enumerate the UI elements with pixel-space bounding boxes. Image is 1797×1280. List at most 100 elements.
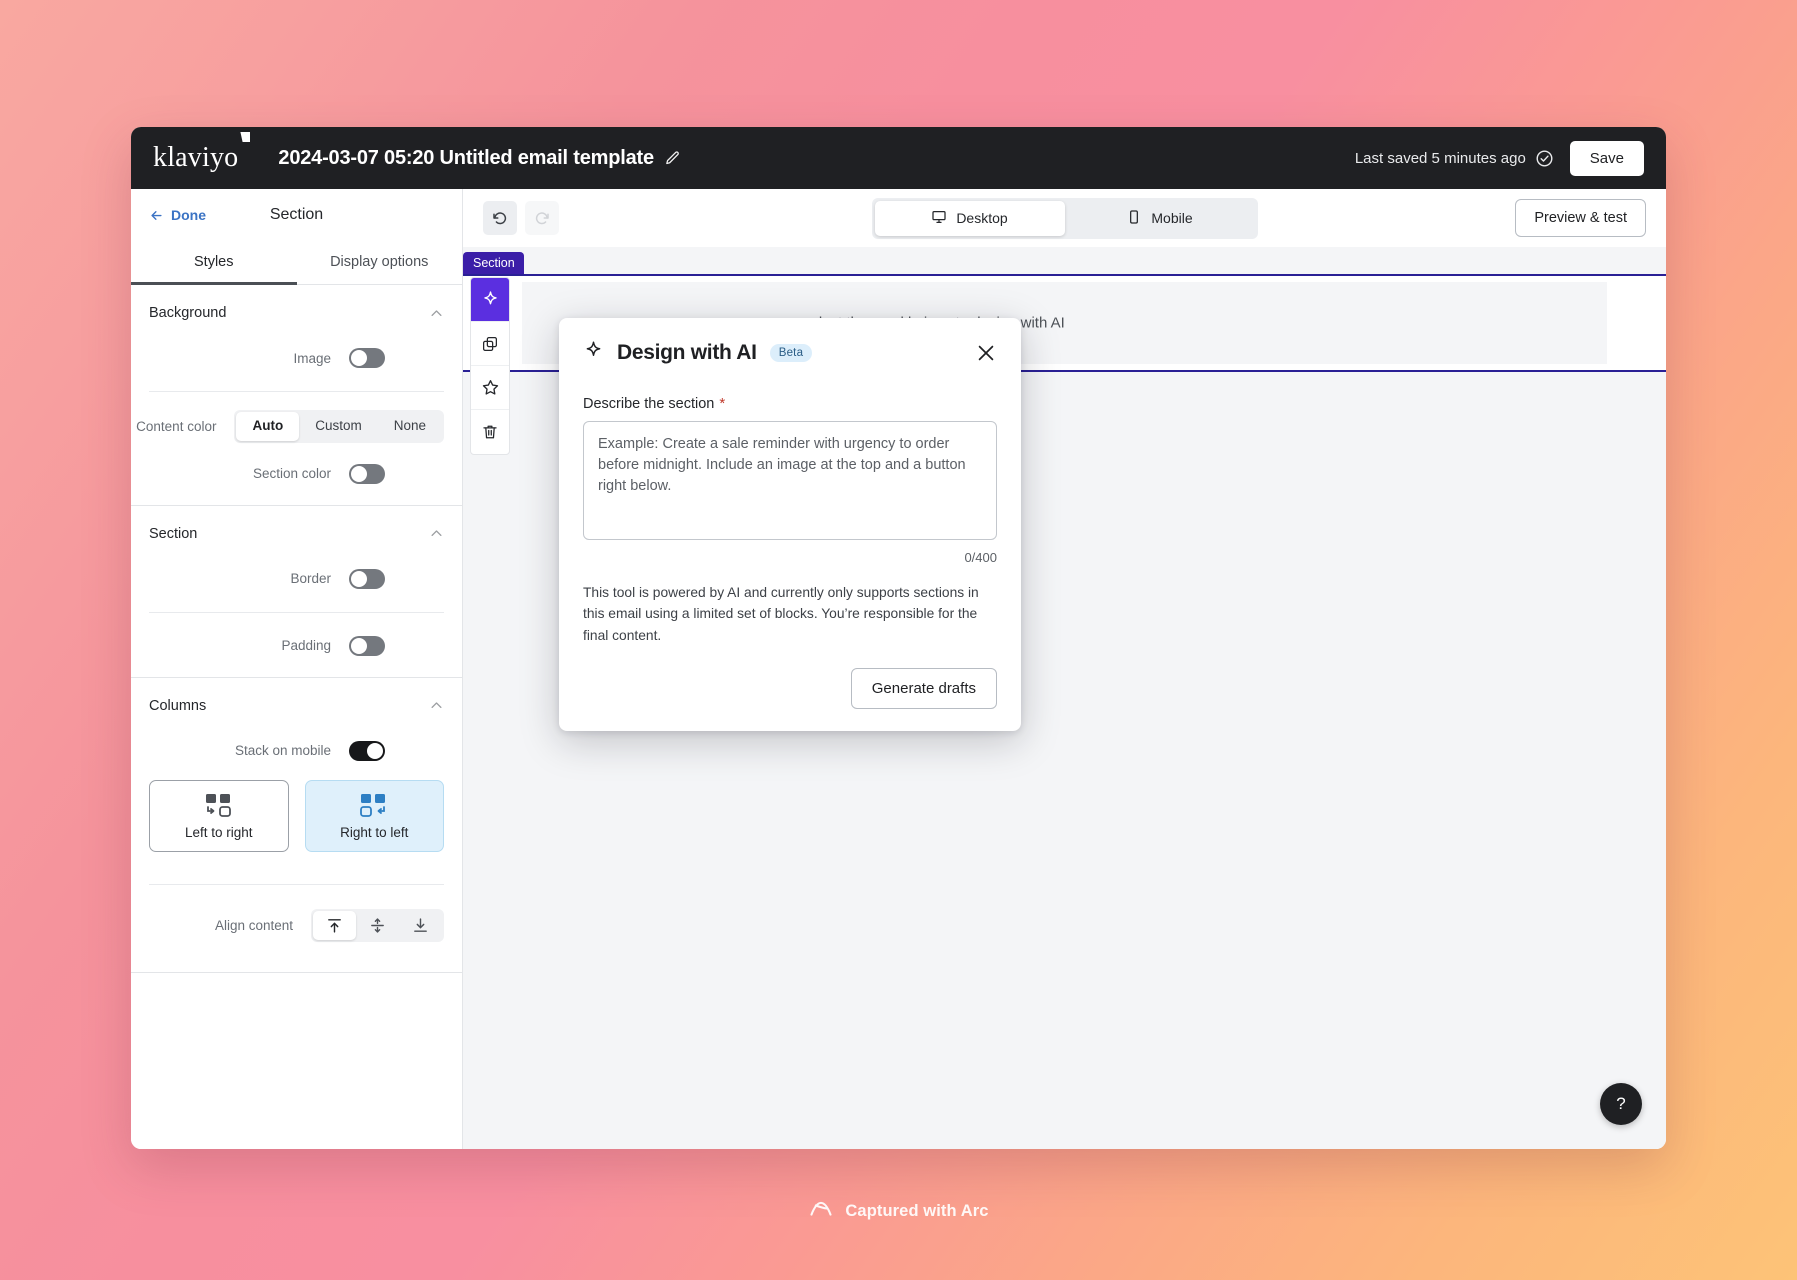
page-title: 2024-03-07 05:20 Untitled email template [278,146,654,169]
modal-header: Design with AI Beta [583,340,997,366]
toggle-background-image[interactable] [349,348,385,368]
row-section-color: Section color [131,451,462,497]
logo-text: klaviyo [153,142,239,173]
card-right-to-left[interactable]: Right to left [304,779,444,852]
row-background-image: Image [131,335,462,381]
column-order-cards: Left to right Right to left [131,774,462,856]
option-content-color-auto[interactable]: Auto [236,412,300,441]
card-left-to-right[interactable]: Left to right [149,779,289,852]
row-padding: Padding [131,623,462,669]
sidebar-tabs: Styles Display options [131,241,462,285]
star-icon[interactable] [471,366,509,410]
align-top-icon[interactable] [313,910,356,940]
toggle-section-color[interactable] [349,463,385,484]
device-option-desktop[interactable]: Desktop [874,200,1065,236]
group-header-section[interactable]: Section [131,506,462,556]
beta-badge: Beta [769,344,813,362]
document-title-group: 2024-03-07 05:20 Untitled email template [278,147,681,170]
label-stack-on-mobile: Stack on mobile [234,743,331,759]
sidebar-header: Done Section [131,189,462,241]
tab-display-options[interactable]: Display options [297,241,463,285]
option-content-color-custom[interactable]: Custom [299,412,378,441]
save-button[interactable]: Save [1569,140,1644,176]
mobile-icon [1126,209,1142,228]
top-bar-right: Last saved 5 minutes ago Save [1355,140,1644,176]
arc-watermark: Captured with Arc [0,1198,1797,1224]
klaviyo-logo[interactable]: klaviyo [153,132,251,173]
segmented-content-color: Auto Custom None [234,410,444,443]
field-label-text: Describe the section [583,396,715,412]
generate-drafts-button[interactable]: Generate drafts [850,668,997,710]
divider [149,391,444,392]
last-saved-status: Last saved 5 minutes ago [1355,149,1554,168]
done-label: Done [171,207,206,223]
help-button[interactable]: ? [1600,1083,1642,1125]
desktop-icon [931,209,947,228]
canvas-toolbar: Desktop Mobile Preview & test [463,189,1666,247]
group-title-background: Background [149,305,227,321]
redo-icon [525,201,559,235]
card-right-to-left-label: Right to left [340,824,409,840]
last-saved-text: Last saved 5 minutes ago [1354,149,1526,167]
toggle-border[interactable] [349,568,385,589]
label-align-content: Align content [214,917,293,933]
label-border: Border [290,571,331,587]
sparkle-icon [583,340,604,366]
arrow-left-icon [149,208,164,223]
device-preview-switch: Desktop Mobile [871,197,1258,239]
undo-icon[interactable] [483,201,517,235]
logo-mark-icon [240,132,251,142]
label-section-color: Section color [252,466,331,482]
arc-logo-icon [808,1198,834,1224]
chevron-up-icon[interactable] [429,306,444,321]
label-padding: Padding [281,638,331,654]
modal-title: Design with AI [617,341,757,364]
tab-styles[interactable]: Styles [131,241,297,285]
styles-sidebar: Done Section Styles Display options Back… [131,189,463,1149]
describe-section-input[interactable] [583,421,997,540]
option-content-color-none[interactable]: None [378,412,442,441]
device-option-mobile[interactable]: Mobile [1065,201,1255,236]
row-border: Border [131,556,462,602]
close-icon[interactable] [975,342,997,364]
label-image: Image [293,350,331,366]
divider [149,883,444,885]
pencil-icon[interactable] [664,150,681,167]
duplicate-icon[interactable] [471,322,509,366]
label-content-color: Content color [136,418,217,434]
segmented-align-content [311,908,444,942]
toggle-stack-on-mobile[interactable] [349,740,385,761]
group-title-columns: Columns [149,697,207,714]
ai-disclaimer-text: This tool is powered by AI and currently… [583,585,979,643]
section-badge: Section [463,252,524,274]
toggle-padding[interactable] [349,635,385,656]
group-separator [131,971,462,973]
row-align-content: Align content [131,895,462,950]
group-header-background[interactable]: Background [131,285,462,335]
block-toolbar [470,277,510,455]
required-asterisk: * [719,395,726,412]
chevron-up-icon[interactable] [429,526,444,541]
check-circle-icon [1535,149,1554,168]
design-with-ai-modal: Design with AI Beta Describe the section… [559,318,1021,732]
align-bottom-icon[interactable] [399,911,442,940]
row-stack-on-mobile: Stack on mobile [131,728,462,774]
group-title-section: Section [149,525,198,542]
sidebar-scroll-area[interactable]: Background Image Content color Auto Cust… [131,285,462,1149]
card-left-to-right-label: Left to right [184,824,253,840]
chevron-up-icon[interactable] [429,698,444,713]
top-bar: klaviyo 2024-03-07 05:20 Untitled email … [131,127,1666,189]
group-header-columns[interactable]: Columns [131,678,462,728]
sparkle-icon[interactable] [471,278,509,322]
row-content-color: Content color Auto Custom None [131,402,462,451]
modal-footer: Generate drafts [583,668,997,710]
device-option-desktop-label: Desktop [956,210,1008,226]
trash-icon[interactable] [471,410,509,454]
preview-and-test-button[interactable]: Preview & test [1515,199,1646,237]
left-to-right-icon [204,792,234,818]
right-to-left-icon [359,792,389,818]
done-button[interactable]: Done [149,207,206,223]
arc-watermark-text: Captured with Arc [845,1201,989,1220]
divider [149,611,444,613]
align-middle-icon[interactable] [356,911,399,940]
